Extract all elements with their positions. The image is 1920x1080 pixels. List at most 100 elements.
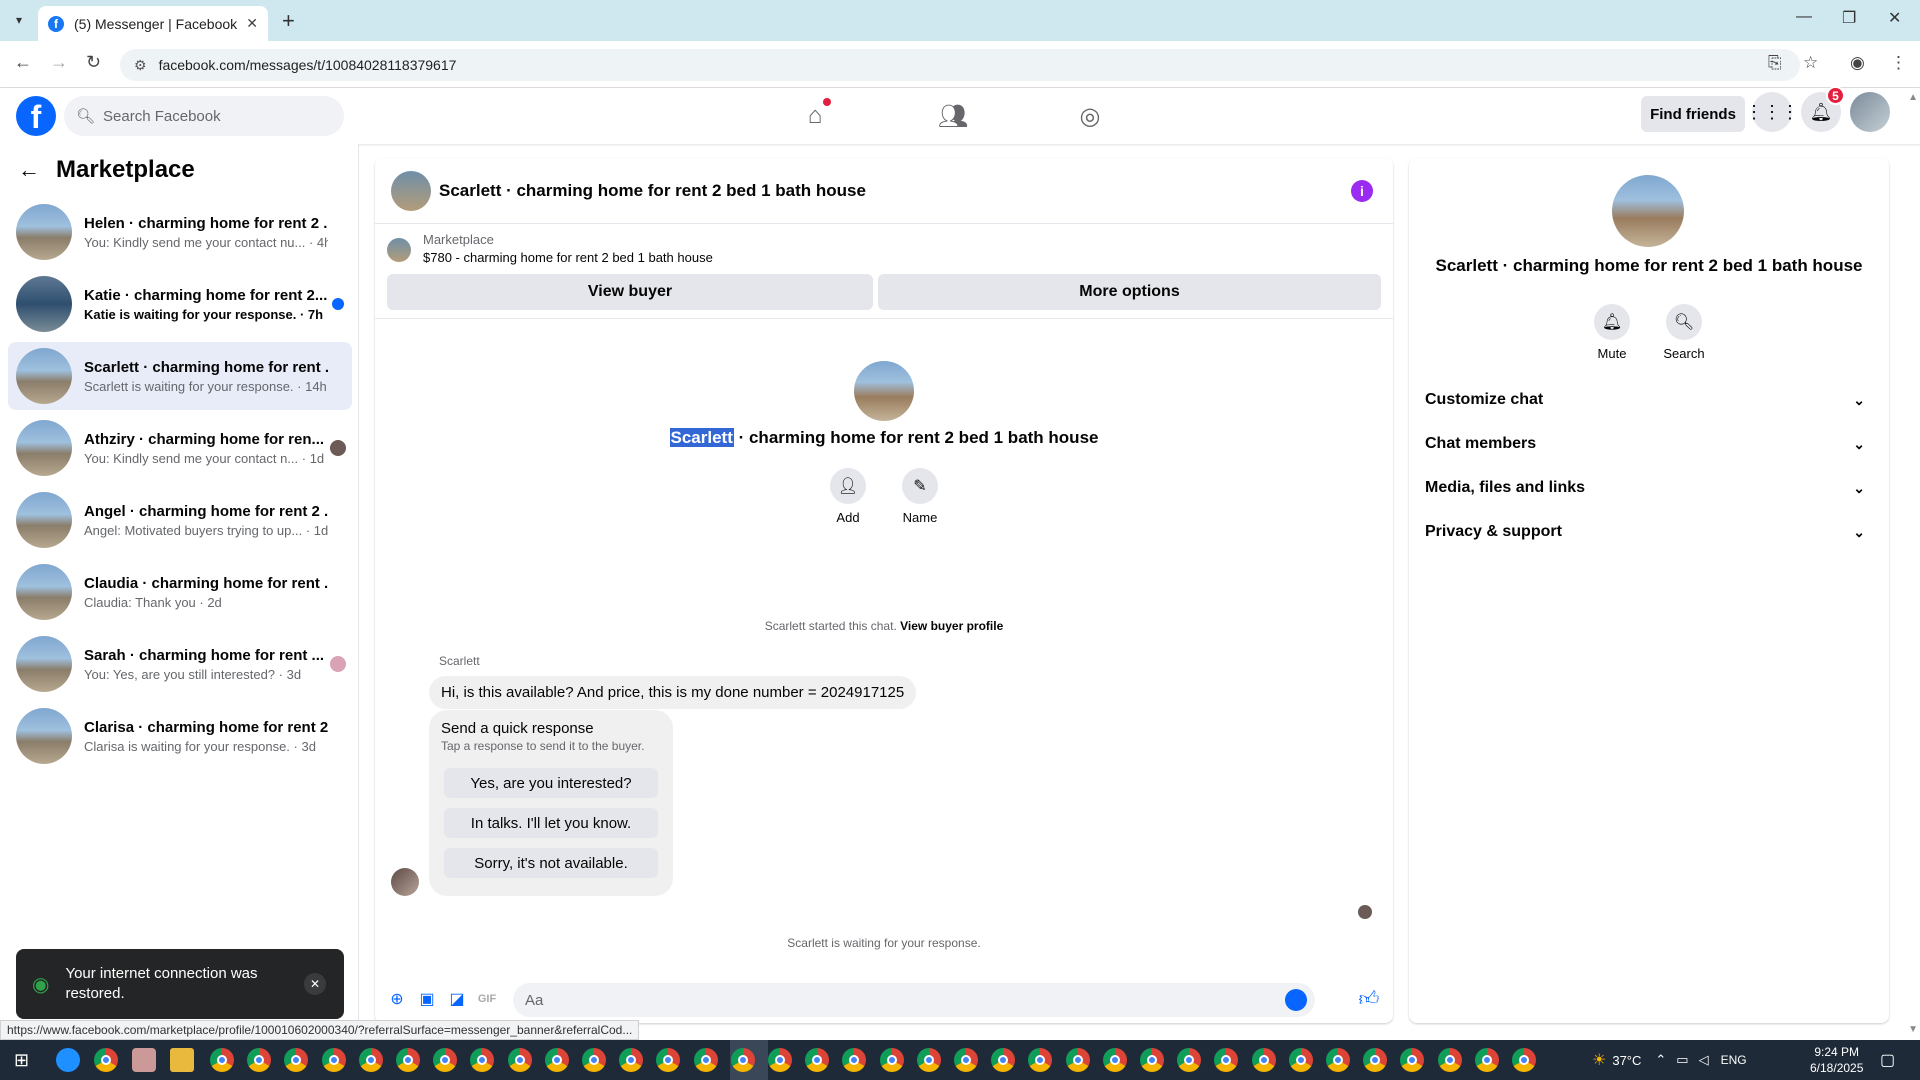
chat-members-section[interactable]: Chat members ⌄	[1425, 426, 1873, 462]
chrome-window-icon[interactable]	[1400, 1048, 1425, 1072]
customize-chat-section[interactable]: Customize chat ⌄	[1425, 382, 1873, 418]
bookmark-star-icon[interactable]: ☆	[1803, 53, 1818, 73]
notifications-icon[interactable]: 🔔︎ 5	[1801, 86, 1845, 132]
more-options-button[interactable]: More options	[878, 274, 1381, 310]
chrome-window-icon[interactable]	[433, 1048, 458, 1072]
media-files-links-section[interactable]: Media, files and links ⌄	[1425, 470, 1873, 506]
search-chat-button[interactable]: 🔍︎ Search	[1654, 304, 1714, 361]
chrome-window-icon[interactable]	[768, 1048, 792, 1072]
chrome-icon[interactable]	[94, 1048, 118, 1072]
scroll-down-icon[interactable]: ▼	[1908, 1024, 1918, 1035]
tab-search-icon[interactable]: ▾	[8, 9, 30, 31]
chrome-window-icon[interactable]	[954, 1048, 978, 1072]
forward-icon[interactable]: →	[50, 52, 68, 73]
search-input[interactable]: 🔍︎ Search Facebook	[64, 96, 344, 136]
app-icon[interactable]	[132, 1048, 156, 1072]
tray-arrow-icon[interactable]: ⌃	[1655, 1052, 1666, 1068]
chrome-window-icon[interactable]	[1363, 1048, 1388, 1072]
add-member-button[interactable]: 👤︎ Add	[818, 468, 878, 525]
site-info-icon[interactable]: ⚙	[134, 57, 147, 74]
chrome-window-icon[interactable]	[1288, 1048, 1313, 1072]
conversation-item[interactable]: Athziry · charming home for ren... You: K…	[8, 414, 352, 482]
chrome-window-icon[interactable]	[1474, 1048, 1499, 1072]
chrome-window-icon[interactable]	[396, 1048, 420, 1072]
back-icon[interactable]: ←	[14, 52, 32, 73]
chrome-window-icon[interactable]	[544, 1048, 569, 1072]
profile-icon[interactable]: ◉	[1850, 53, 1865, 73]
edge-icon[interactable]	[56, 1048, 80, 1072]
home-icon[interactable]: ⌂	[795, 96, 835, 136]
sticker-icon[interactable]: ◪	[447, 989, 467, 1009]
close-icon[interactable]: ✕	[304, 973, 326, 995]
chat-title[interactable]: Scarlett · charming home for rent 2 bed …	[439, 181, 866, 201]
privacy-support-section[interactable]: Privacy & support ⌄	[1425, 514, 1873, 550]
chrome-window-icon[interactable]	[693, 1048, 718, 1072]
name-chat-button[interactable]: ✎ Name	[890, 468, 950, 525]
new-tab-icon[interactable]: +	[282, 8, 295, 34]
chrome-window-icon[interactable]	[1102, 1048, 1127, 1072]
menu-grid-icon[interactable]: ⋮⋮⋮	[1745, 92, 1799, 132]
friends-icon[interactable]: 👥︎	[933, 96, 973, 136]
close-window-icon[interactable]: ✕	[1888, 8, 1901, 28]
chrome-window-icon[interactable]	[1326, 1048, 1350, 1072]
chrome-window-icon[interactable]	[619, 1048, 644, 1072]
gif-icon[interactable]: GIF	[477, 989, 497, 1009]
chrome-window-icon[interactable]	[1214, 1048, 1239, 1072]
restore-icon[interactable]: ❐	[1842, 8, 1856, 28]
chrome-window-icon[interactable]	[470, 1048, 495, 1072]
chrome-window-icon[interactable]	[284, 1048, 309, 1072]
chrome-window-icon[interactable]	[991, 1048, 1016, 1072]
plus-icon[interactable]: ⊕	[387, 989, 407, 1009]
clock[interactable]: 9:24 PM 6/18/2025	[1810, 1040, 1863, 1080]
conversation-item[interactable]: Helen · charming home for rent 2 ... You:…	[8, 198, 352, 266]
find-friends-button[interactable]: Find friends	[1641, 96, 1745, 132]
chrome-window-icon[interactable]	[1437, 1048, 1462, 1072]
chrome-window-icon[interactable]	[507, 1048, 532, 1072]
quick-response-option[interactable]: Yes, are you interested?	[444, 768, 658, 798]
menu-icon[interactable]: ⋮	[1890, 53, 1907, 73]
photo-icon[interactable]: ▣	[417, 989, 437, 1009]
network-icon[interactable]: ▭	[1676, 1052, 1688, 1068]
quick-response-option[interactable]: In talks. I'll let you know.	[444, 808, 658, 838]
browser-tab[interactable]: f (5) Messenger | Facebook ✕	[38, 6, 268, 41]
conversation-item[interactable]: Clarisa · charming home for rent 2... Cla…	[8, 702, 352, 770]
minimize-icon[interactable]: —	[1796, 8, 1812, 26]
speaker-icon[interactable]: ◁	[1699, 1052, 1709, 1068]
chrome-window-icon[interactable]	[730, 1048, 755, 1072]
conversation-item-active[interactable]: Scarlett · charming home for rent ... Sca…	[8, 342, 352, 410]
mute-button[interactable]: 🔔︎ Mute	[1582, 304, 1642, 361]
chrome-window-icon[interactable]	[358, 1048, 383, 1072]
groups-icon[interactable]: ◎	[1070, 96, 1110, 136]
chat-avatar[interactable]	[391, 170, 431, 211]
info-icon[interactable]: i	[1351, 180, 1373, 202]
chrome-window-icon[interactable]	[1140, 1048, 1164, 1072]
conversation-item[interactable]: Claudia · charming home for rent ... Clau…	[8, 558, 352, 626]
chrome-window-icon[interactable]	[916, 1048, 941, 1072]
chrome-window-icon[interactable]	[321, 1048, 346, 1072]
chrome-window-icon[interactable]	[582, 1048, 606, 1072]
facebook-logo-icon[interactable]: f	[16, 96, 56, 136]
thumbs-up-icon[interactable]: 👍︎	[1359, 988, 1380, 1010]
chrome-window-icon[interactable]	[1177, 1048, 1202, 1072]
chrome-window-icon[interactable]	[1512, 1048, 1536, 1072]
message-input[interactable]: Aa	[513, 983, 1315, 1017]
back-arrow-icon[interactable]: ←	[18, 157, 40, 183]
chrome-window-icon[interactable]	[656, 1048, 681, 1072]
chrome-window-icon[interactable]	[805, 1048, 830, 1072]
account-avatar[interactable]	[1850, 92, 1890, 132]
chrome-window-icon[interactable]	[879, 1048, 904, 1072]
folder-icon[interactable]	[170, 1048, 194, 1072]
view-buyer-profile-link[interactable]: View buyer profile	[900, 619, 1003, 633]
language-indicator[interactable]: ENG	[1721, 1053, 1747, 1067]
notification-center-icon[interactable]: ▢	[1880, 1040, 1895, 1080]
listing-title[interactable]: $780 - charming home for rent 2 bed 1 ba…	[423, 250, 713, 265]
emoji-icon[interactable]	[1285, 989, 1307, 1011]
chrome-window-icon[interactable]	[1251, 1048, 1276, 1072]
info-avatar[interactable]	[1612, 175, 1684, 247]
reload-icon[interactable]: ↻	[86, 52, 101, 73]
chrome-window-icon[interactable]	[247, 1048, 272, 1072]
windows-start-icon[interactable]: ⊞	[14, 1050, 29, 1071]
install-app-icon[interactable]: ⎘	[1768, 53, 1782, 73]
chrome-window-icon[interactable]	[210, 1048, 234, 1072]
scroll-up-icon[interactable]: ▲	[1908, 92, 1918, 103]
